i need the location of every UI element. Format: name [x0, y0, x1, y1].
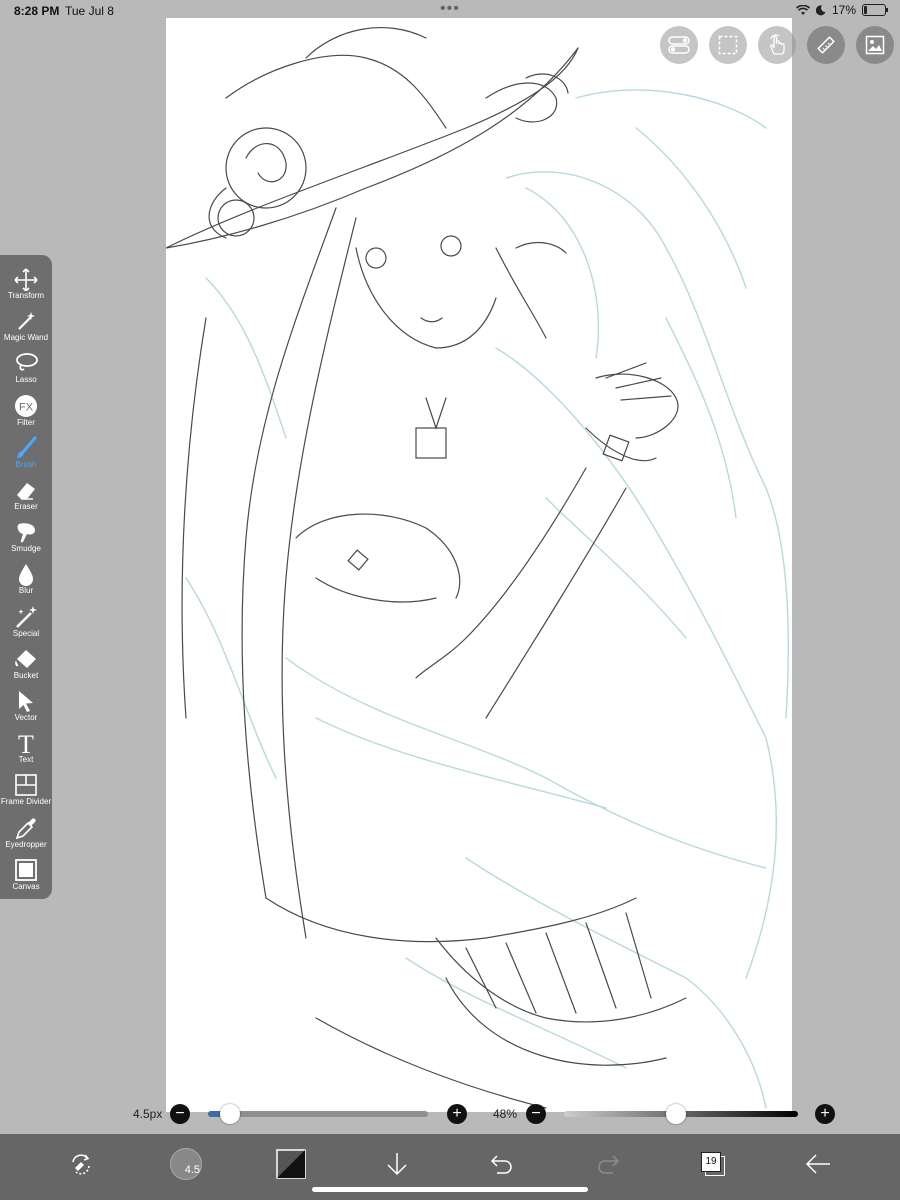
tool-label: Magic Wand: [3, 333, 49, 343]
layers-count: 19: [701, 1152, 721, 1172]
magic-wand-icon: [18, 312, 35, 330]
tool-label: Smudge: [11, 544, 41, 554]
back-button[interactable]: [798, 1144, 838, 1184]
arrow-left-icon: [805, 1154, 830, 1174]
layers-button[interactable]: 19: [693, 1144, 733, 1184]
battery-percent: 17%: [831, 3, 856, 17]
brush-size-badge: 4.5: [184, 1164, 200, 1176]
tool-brush[interactable]: Brush: [0, 432, 52, 474]
brush-sliders: 4.5px − + 48% − +: [0, 1100, 900, 1130]
opacity-knob[interactable]: [666, 1104, 687, 1124]
tool-special[interactable]: Special: [0, 601, 52, 643]
swap-tools-icon: [72, 1154, 90, 1175]
undo-icon: [490, 1155, 512, 1174]
save-button[interactable]: [377, 1144, 417, 1184]
move-icon: [14, 268, 38, 291]
undo-button[interactable]: [482, 1144, 522, 1184]
tool-label: Canvas: [12, 881, 40, 891]
tool-lasso[interactable]: Lasso: [0, 347, 52, 389]
bucket-icon: [15, 649, 36, 668]
battery-icon: [862, 4, 888, 16]
tool-label: Blur: [18, 586, 34, 596]
fx-icon: FX: [15, 394, 37, 417]
ruler-icon: [817, 36, 835, 54]
tool-label: Special: [12, 628, 40, 638]
tool-smudge[interactable]: Smudge: [0, 516, 52, 558]
special-icon: [16, 605, 37, 628]
opacity-decrease-button[interactable]: −: [526, 1104, 546, 1124]
settings-toggle-button[interactable]: [660, 26, 698, 64]
brush-size-increase-button[interactable]: +: [447, 1104, 467, 1124]
moon-icon: [815, 4, 826, 15]
tool-magic-wand[interactable]: Magic Wand: [0, 305, 52, 347]
sketch-artwork: [166, 27, 789, 1109]
tool-transform[interactable]: Transform: [0, 263, 52, 305]
tool-vector[interactable]: Vector: [0, 685, 52, 727]
brush-size-knob[interactable]: [220, 1104, 240, 1124]
home-indicator[interactable]: [312, 1187, 588, 1192]
cursor-icon: [19, 691, 33, 712]
brush-size-slider[interactable]: [208, 1111, 428, 1117]
multitasking-dots-icon[interactable]: •••: [440, 0, 460, 18]
tool-eyedropper[interactable]: Eyedropper: [0, 812, 52, 854]
tool-label: Bucket: [13, 670, 39, 680]
text-icon: T: [18, 731, 34, 755]
gallery-icon: [865, 35, 885, 55]
selection-button[interactable]: [709, 26, 747, 64]
ruler-button[interactable]: [807, 26, 845, 64]
brush-size-value: 4.5px: [133, 1107, 163, 1121]
drawing-canvas[interactable]: [166, 18, 792, 1112]
canvas-icon: [15, 858, 37, 881]
tool-frame-divider[interactable]: Frame Divider: [0, 769, 52, 811]
tool-palette: Transform Magic Wand Lasso FX Filter Brush Era…: [0, 255, 52, 899]
layers-icon: 19: [701, 1152, 725, 1176]
arrow-down-icon: [387, 1153, 407, 1176]
drop-icon: [19, 564, 33, 587]
redo-button[interactable]: [588, 1144, 628, 1184]
tool-canvas[interactable]: Canvas: [0, 854, 52, 896]
eraser-icon: [17, 483, 35, 500]
gesture-icon: [770, 34, 785, 55]
tool-label: Eyedropper: [5, 839, 47, 849]
brush-icon: [17, 436, 37, 458]
tool-text[interactable]: T Text: [0, 727, 52, 769]
lasso-icon: [16, 353, 38, 372]
opacity-increase-button[interactable]: +: [815, 1104, 835, 1124]
settings-toggle-icon: [668, 36, 690, 54]
tool-label: Brush: [15, 459, 37, 469]
tool-filter[interactable]: FX Filter: [0, 390, 52, 432]
tool-label: Eraser: [14, 502, 38, 511]
tool-label: Frame Divider: [0, 797, 52, 807]
redo-icon: [598, 1155, 620, 1174]
eyedropper-icon: [15, 817, 36, 839]
tool-label: Filter: [17, 417, 35, 427]
brush-size-decrease-button[interactable]: −: [170, 1104, 190, 1124]
svg-text:T: T: [18, 731, 34, 755]
quick-swap-button[interactable]: [61, 1144, 101, 1184]
wifi-icon: [795, 4, 810, 15]
smudge-icon: [17, 523, 35, 543]
frame-icon: [15, 774, 37, 797]
status-date: Tue Jul 8: [65, 4, 114, 18]
tool-blur[interactable]: Blur: [0, 558, 52, 600]
tool-label: Transform: [7, 291, 45, 300]
tool-label: Text: [18, 755, 34, 765]
brush-preview-button[interactable]: 4.5: [166, 1144, 206, 1184]
status-time: 8:28 PM: [14, 4, 60, 18]
tool-label: Vector: [14, 713, 38, 722]
gesture-button[interactable]: [758, 26, 796, 64]
brush-preview-icon: 4.5: [170, 1148, 202, 1180]
color-swatch-icon: [276, 1149, 306, 1179]
tool-label: Lasso: [15, 375, 37, 385]
gallery-button[interactable]: [856, 26, 894, 64]
selection-icon: [718, 35, 738, 55]
svg-text:FX: FX: [19, 401, 34, 413]
tool-eraser[interactable]: Eraser: [0, 474, 52, 516]
color-picker-button[interactable]: [271, 1144, 311, 1184]
tool-bucket[interactable]: Bucket: [0, 643, 52, 685]
opacity-value: 48%: [493, 1107, 518, 1121]
